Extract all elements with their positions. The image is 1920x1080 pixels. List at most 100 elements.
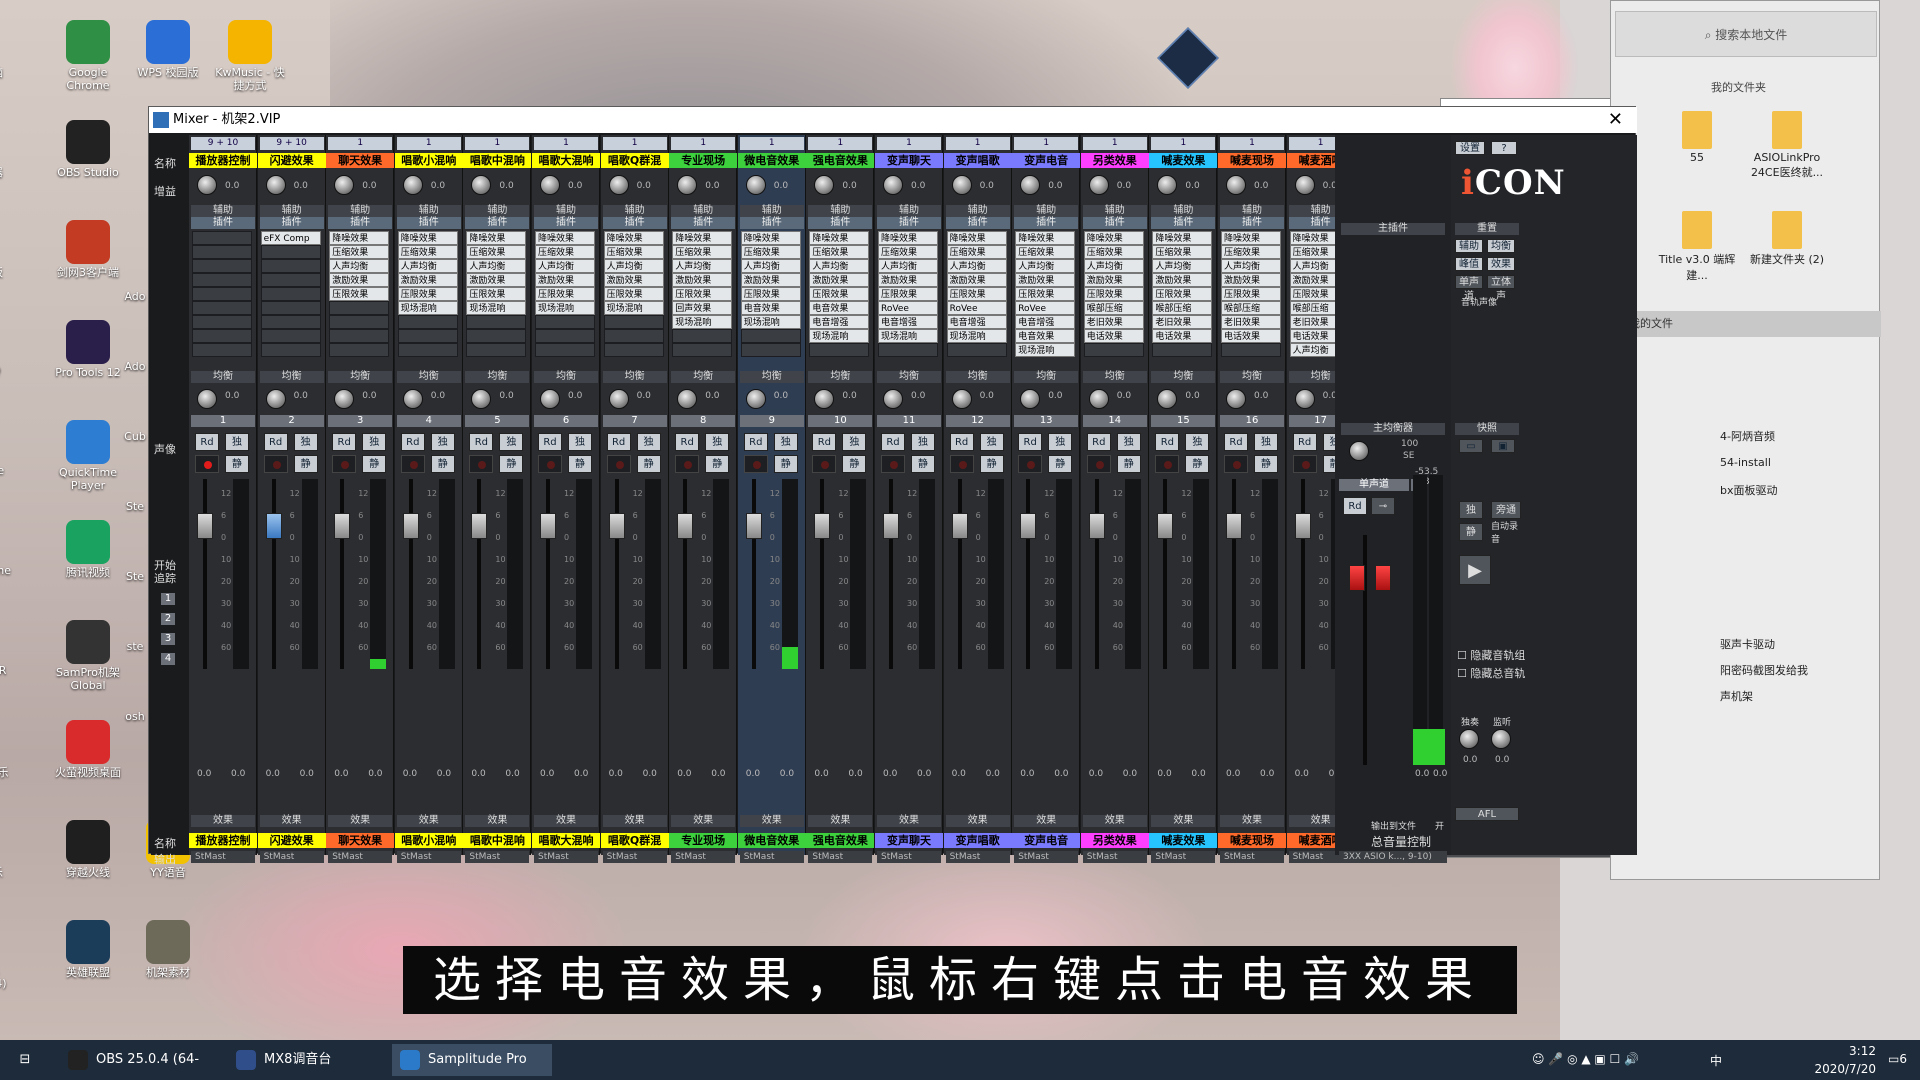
solo-button[interactable]: 独 [499,433,524,451]
volume-fader[interactable] [334,513,351,539]
effects-label[interactable]: 效果 [465,815,530,827]
empty-plugin-slot[interactable] [192,245,252,259]
record-arm-button[interactable] [1086,455,1111,473]
plugin-slot[interactable]: 电话效果 [1221,329,1281,343]
gain-knob[interactable] [814,175,835,195]
input-select[interactable]: 1 [1151,137,1216,150]
plugin-slot[interactable]: 现场混响 [740,315,801,329]
output-select[interactable]: StMast [396,851,461,863]
plugin-slot[interactable]: 压缩效果 [1083,245,1144,259]
plugin-slot[interactable]: 激励效果 [603,273,664,287]
empty-plugin-slot[interactable] [466,329,527,343]
eq-view-button[interactable]: 均衡 [1487,239,1515,253]
master-fader-right[interactable] [1375,565,1391,591]
plugin-label[interactable]: 插件 [945,217,1010,229]
output-select[interactable]: StMast [328,851,393,863]
clock-date[interactable]: 2020/7/20 [1794,1062,1876,1076]
plugin-label[interactable]: 插件 [534,217,598,229]
tray-icons[interactable]: ☺ 🎤 ◎ ▲ ▣ ☐ 🔊 [1532,1052,1639,1066]
channel-name-bottom[interactable]: 强电音效果 [806,833,875,848]
plugin-slot[interactable]: 压限效果 [1221,287,1281,301]
aux-label[interactable]: 辅助 [396,205,461,217]
plugin-slot[interactable]: 人声均衡 [740,259,801,273]
volume-fader[interactable] [265,513,282,539]
eq-label[interactable]: 均衡 [1014,371,1079,383]
stereo-button[interactable]: 立体声 [1487,275,1515,302]
record-ready-button[interactable]: Rd [606,433,631,451]
master-fader-left[interactable] [1349,565,1365,591]
plugin-label[interactable]: 插件 [1220,217,1284,229]
explorer-list-item-0[interactable]: 4-阿炳音频 [1720,428,1775,444]
empty-plugin-slot[interactable] [740,343,801,357]
desktop-icon-1[interactable]: WPS 校园版 [128,20,208,79]
solo-button[interactable]: 独 [636,433,661,451]
plugin-slot[interactable]: 激励效果 [535,273,595,287]
empty-plugin-slot[interactable] [466,343,527,357]
empty-plugin-slot[interactable] [672,343,733,357]
output-select[interactable]: StMast [671,851,736,863]
plugin-slot[interactable]: 降噪效果 [946,231,1007,245]
plugin-slot[interactable]: 压缩效果 [535,245,595,259]
input-select[interactable]: 1 [671,137,736,150]
volume-fader[interactable] [540,513,556,539]
task-view-icon[interactable]: ⊟ [0,1044,50,1076]
plugin-slot[interactable]: 降噪效果 [329,231,390,245]
plugin-slot[interactable]: 压缩效果 [1221,245,1281,259]
plugin-slot[interactable]: 降噪效果 [1152,231,1213,245]
help-button[interactable]: ? [1491,141,1517,155]
plugin-slot[interactable]: 人声均衡 [809,259,870,273]
record-ready-button[interactable]: Rd [400,433,425,451]
plugin-slot[interactable]: 压缩效果 [809,245,870,259]
mute-button[interactable]: 静 [1185,455,1210,473]
plugin-slot[interactable]: 压限效果 [672,287,733,301]
plugin-slot[interactable]: 降噪效果 [1083,231,1144,245]
plugin-slot[interactable]: 喉部压缩 [1152,301,1213,315]
effects-label[interactable]: 效果 [259,815,324,827]
plugin-slot[interactable]: 降噪效果 [535,231,595,245]
bypass-button[interactable]: 旁通 [1491,501,1521,519]
aux-label[interactable]: 辅助 [1151,205,1216,217]
edge-label2-2[interactable]: Cub [118,430,152,443]
eq-label[interactable]: 均衡 [877,371,941,383]
record-ready-button[interactable]: Rd [1292,433,1317,451]
output-select[interactable]: StMast [945,851,1010,863]
plugin-label[interactable]: 插件 [808,217,873,229]
plugin-slot[interactable]: 压缩效果 [740,245,801,259]
plugin-slot[interactable]: 人声均衡 [1152,259,1213,273]
plugin-slot[interactable]: 降噪效果 [809,231,870,245]
edge-label2-5[interactable]: ste [118,640,152,653]
mute-button[interactable]: 静 [499,455,524,473]
input-select[interactable]: 1 [877,137,941,150]
plugin-slot[interactable]: eFX Comp [260,231,321,245]
mute-button[interactable]: 静 [1116,455,1141,473]
gain-knob[interactable] [677,175,698,195]
empty-plugin-slot[interactable] [192,343,252,357]
empty-plugin-slot[interactable] [192,273,252,287]
effects-label[interactable]: 效果 [534,815,598,827]
pan-knob[interactable] [608,389,629,409]
master-pan-knob[interactable] [1349,441,1369,461]
output-select[interactable]: StMast [739,851,804,863]
plugin-slot[interactable]: 现场混响 [809,329,870,343]
record-ready-button[interactable]: Rd [332,433,357,451]
empty-plugin-slot[interactable] [192,329,252,343]
effect-view-button[interactable]: 效果 [1487,257,1515,271]
channel-name-bottom[interactable]: 变声电音 [1012,833,1081,848]
input-select[interactable]: 1 [328,137,393,150]
empty-plugin-slot[interactable] [397,329,458,343]
channel-name[interactable]: 变声电音 [1012,153,1081,168]
empty-plugin-slot[interactable] [397,315,458,329]
plugin-slot[interactable]: 压缩效果 [466,245,527,259]
channel-name[interactable]: 喊麦现场 [1218,153,1286,168]
effects-label[interactable]: 效果 [808,815,873,827]
channel-name-bottom[interactable]: 变声唱歌 [943,833,1012,848]
effects-label[interactable]: 效果 [328,815,393,827]
channel-name[interactable]: 唱歌中混响 [463,153,532,168]
empty-plugin-slot[interactable] [603,343,664,357]
channel-name-bottom[interactable]: 唱歌小混响 [394,833,463,848]
channel-name[interactable]: 变声聊天 [875,153,943,168]
record-arm-button[interactable] [1018,455,1043,473]
edge-label-7[interactable]: 云音乐 [0,764,14,780]
aux-label[interactable]: 辅助 [259,205,324,217]
plugin-slot[interactable]: 激励效果 [809,273,870,287]
